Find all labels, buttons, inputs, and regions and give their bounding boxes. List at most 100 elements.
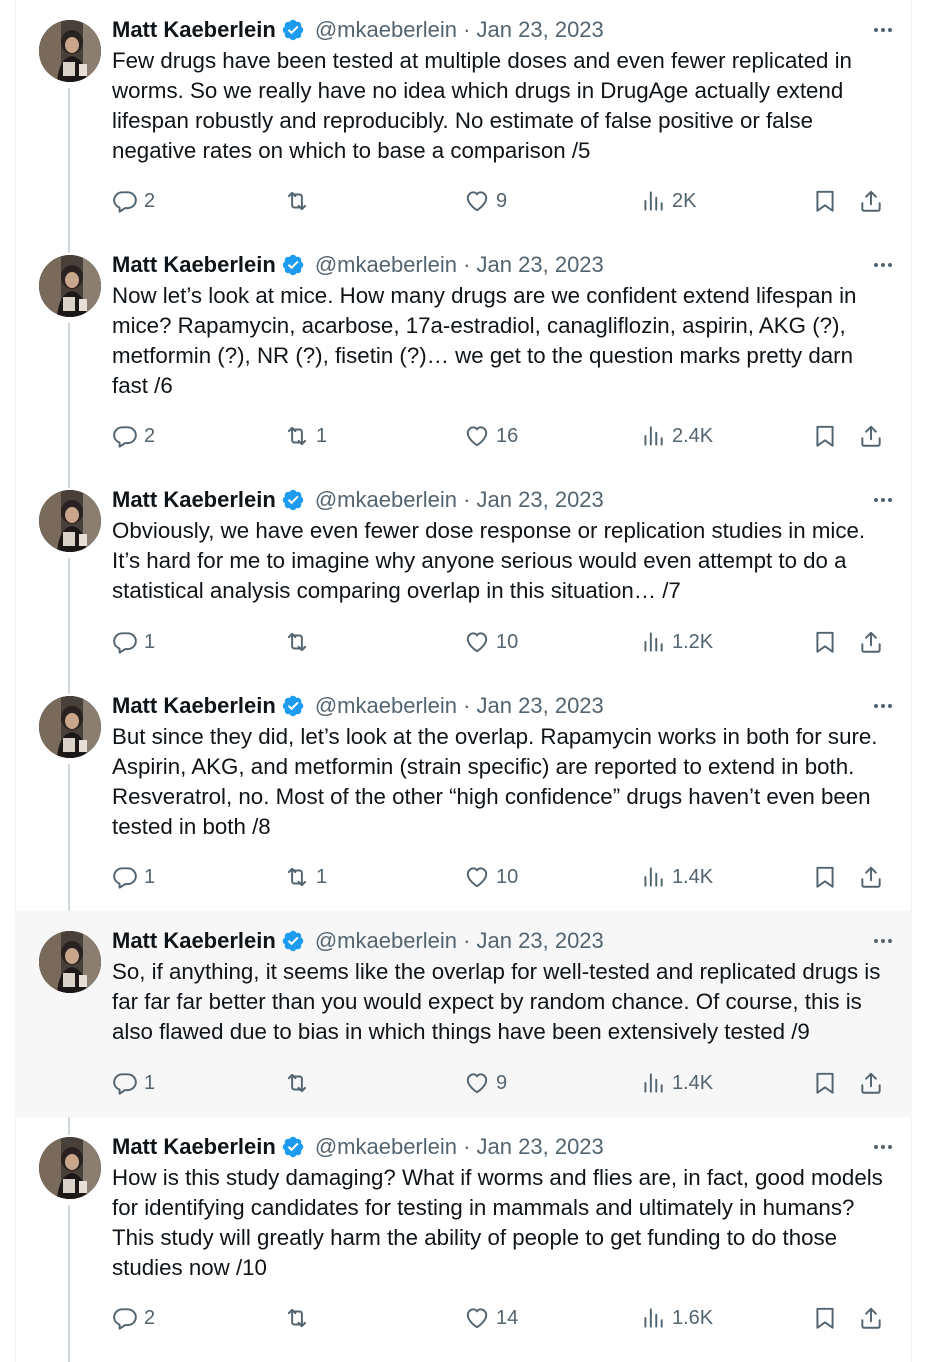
like-button[interactable]: 14 [464,1303,518,1333]
tweet[interactable]: Matt Kaeberlein @mkaeberlein · Jan 23, 2… [15,676,912,911]
reply-button[interactable]: 1 [112,862,155,892]
retweet-button[interactable] [284,627,316,657]
more-dot [874,939,878,943]
like-count: 10 [496,865,519,888]
view-count: 1.4K [672,1071,714,1094]
heart-icon [466,1308,488,1329]
retweet-button[interactable] [284,1303,316,1333]
bookmark-icon [816,1307,834,1329]
more-options-button[interactable] [852,925,892,957]
tweet-actions: 1 9 1.4K [112,1068,892,1098]
author-name[interactable]: Matt Kaeberlein [112,693,276,719]
reply-button[interactable]: 2 [112,421,155,451]
more-options-button[interactable] [852,690,892,722]
retweet-count: 1 [316,865,328,888]
views-button[interactable]: 2.4K [640,421,713,451]
more-options-button[interactable] [852,484,892,516]
share-button[interactable] [858,862,884,892]
share-button[interactable] [858,627,884,657]
tweet[interactable]: Matt Kaeberlein @mkaeberlein · Jan 23, 2… [15,911,912,1117]
bookmark-icon [816,1072,834,1094]
share-button[interactable] [858,186,884,216]
like-button[interactable]: 9 [464,1068,507,1098]
bookmark-button[interactable] [812,862,838,892]
more-options-button[interactable] [852,14,892,46]
share-icon [861,190,881,212]
more-dot [888,28,892,32]
avatar[interactable] [39,1137,101,1199]
like-count: 10 [496,630,519,653]
share-icon [861,1072,881,1094]
bookmark-button[interactable] [812,1303,838,1333]
reply-button[interactable]: 1 [112,1068,155,1098]
author-name[interactable]: Matt Kaeberlein [112,928,276,954]
avatar[interactable] [39,490,101,552]
author-name[interactable]: Matt Kaeberlein [112,487,276,513]
bookmark-button[interactable] [812,421,838,451]
tweet[interactable]: Matt Kaeberlein @mkaeberlein · Jan 23, 2… [15,1117,912,1362]
like-count: 9 [496,189,508,212]
tweet[interactable]: Matt Kaeberlein @mkaeberlein · Jan 23, 2… [15,235,912,470]
avatar[interactable] [39,20,101,82]
author-name[interactable]: Matt Kaeberlein [112,17,276,43]
like-count: 9 [496,1071,508,1094]
share-button[interactable] [858,1068,884,1098]
handle-and-date[interactable]: @mkaeberlein · Jan 23, 2023 [315,252,604,278]
more-options-button[interactable] [852,249,892,281]
verified-badge-icon [281,1135,305,1159]
reply-icon [113,1308,137,1330]
views-button[interactable]: 1.4K [640,862,713,892]
like-button[interactable]: 16 [464,421,518,451]
tweet-header: Matt Kaeberlein @mkaeberlein · Jan 23, 2… [112,690,892,722]
views-button[interactable]: 2K [640,186,696,216]
tweet[interactable]: Matt Kaeberlein @mkaeberlein · Jan 23, 2… [15,470,912,676]
more-dot [874,1145,878,1149]
share-icon [861,866,881,888]
reply-button[interactable]: 2 [112,186,155,216]
author-name[interactable]: Matt Kaeberlein [112,252,276,278]
reply-button[interactable]: 2 [112,1303,155,1333]
like-button[interactable]: 10 [464,862,518,892]
avatar[interactable] [39,255,101,317]
tweet-header: Matt Kaeberlein @mkaeberlein · Jan 23, 2… [112,484,892,516]
retweet-button[interactable]: 1 [284,421,327,451]
more-options-button[interactable] [852,1131,892,1163]
handle-and-date[interactable]: @mkaeberlein · Jan 23, 2023 [315,928,604,954]
view-count: 1.6K [672,1306,714,1329]
share-button[interactable] [858,421,884,451]
handle-and-date[interactable]: @mkaeberlein · Jan 23, 2023 [315,1134,604,1160]
heart-icon [466,191,488,212]
view-count: 2.4K [672,424,714,447]
views-button[interactable]: 1.6K [640,1303,713,1333]
author-name[interactable]: Matt Kaeberlein [112,1134,276,1160]
handle-and-date[interactable]: @mkaeberlein · Jan 23, 2023 [315,17,604,43]
reply-button[interactable]: 1 [112,627,155,657]
reply-icon [113,632,137,654]
view-count: 2K [672,189,697,212]
tweet-actions: 1 10 1.2K [112,627,892,657]
like-button[interactable]: 9 [464,186,507,216]
like-count: 16 [496,424,519,447]
tweet-actions: 2 9 2K [112,186,892,216]
retweet-icon [287,426,307,446]
reply-count: 2 [144,189,156,212]
verified-badge-icon [281,488,305,512]
handle-and-date[interactable]: @mkaeberlein · Jan 23, 2023 [315,693,604,719]
retweet-button[interactable]: 1 [284,862,327,892]
avatar[interactable] [39,696,101,758]
reply-count: 1 [144,1071,156,1094]
bookmark-button[interactable] [812,1068,838,1098]
avatar[interactable] [39,931,101,993]
bookmark-icon [816,190,834,212]
bookmark-button[interactable] [812,186,838,216]
bookmark-button[interactable] [812,627,838,657]
share-button[interactable] [858,1303,884,1333]
views-icon [644,867,663,887]
views-button[interactable]: 1.4K [640,1068,713,1098]
retweet-button[interactable] [284,1068,316,1098]
like-button[interactable]: 10 [464,627,518,657]
tweet[interactable]: Matt Kaeberlein @mkaeberlein · Jan 23, 2… [15,0,912,235]
retweet-button[interactable] [284,186,316,216]
views-button[interactable]: 1.2K [640,627,713,657]
handle-and-date[interactable]: @mkaeberlein · Jan 23, 2023 [315,487,604,513]
